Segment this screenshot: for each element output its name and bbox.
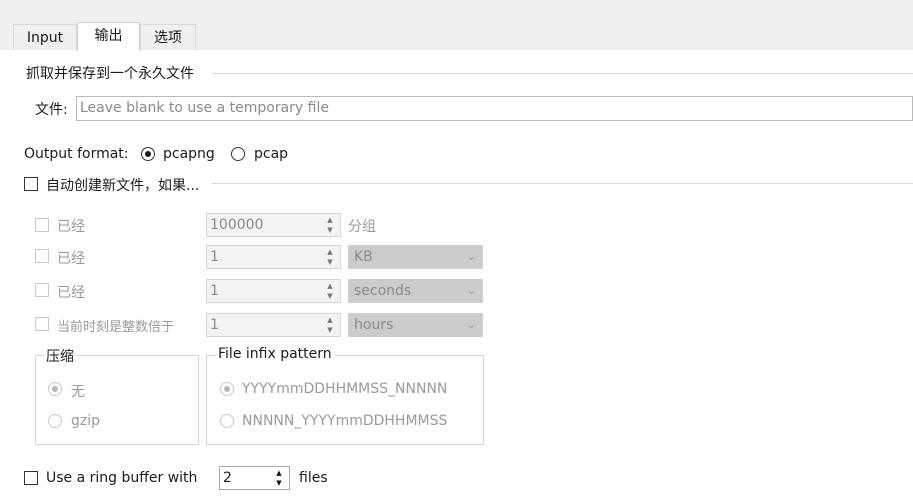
- spin-up-icon[interactable]: ▲: [322, 247, 338, 257]
- autocreate-size-label: 已经: [57, 251, 85, 267]
- tab-options-label: 选项: [154, 30, 182, 46]
- autocreate-size-value: 1: [210, 249, 219, 265]
- compression-none-label: 无: [71, 384, 85, 400]
- autocreate-interval-checkbox[interactable]: [35, 317, 49, 331]
- autocreate-duration-spinbox[interactable]: 1 ▲ ▼: [206, 279, 341, 303]
- spin-down-icon[interactable]: ▼: [322, 291, 338, 301]
- spin-down-icon[interactable]: ▼: [322, 225, 338, 235]
- spin-up-icon[interactable]: ▲: [322, 281, 338, 291]
- autocreate-duration-unit-select[interactable]: seconds ⌄: [348, 279, 483, 303]
- autocreate-size-unit-value: KB: [354, 249, 373, 265]
- file-input[interactable]: Leave blank to use a temporary file: [76, 96, 913, 121]
- infix-title: File infix pattern: [216, 346, 334, 362]
- spin-up-icon[interactable]: ▲: [271, 468, 287, 478]
- autocreate-size-checkbox[interactable]: [35, 249, 49, 263]
- tab-input-label: Input: [26, 30, 64, 46]
- infix-group: [206, 355, 484, 445]
- compression-gzip-label: gzip: [71, 413, 101, 429]
- spin-down-icon[interactable]: ▼: [322, 325, 338, 335]
- chevron-down-icon: ⌄: [466, 284, 476, 297]
- autocreate-duration-checkbox[interactable]: [35, 283, 49, 297]
- ring-buffer-spinbox[interactable]: 2 ▲ ▼: [219, 466, 290, 490]
- compression-gzip-radio[interactable]: [48, 414, 62, 428]
- autocreate-packets-spinbox[interactable]: 100000 ▲ ▼: [206, 213, 341, 237]
- spin-up-icon[interactable]: ▲: [322, 215, 338, 225]
- file-input-placeholder: Leave blank to use a temporary file: [80, 100, 329, 116]
- spin-up-icon[interactable]: ▲: [322, 315, 338, 325]
- autocreate-interval-unit-value: hours: [354, 317, 394, 333]
- autocreate-interval-value: 1: [210, 317, 219, 333]
- infix-timestamp-first-label: YYYYmmDDHHMMSS_NNNNN: [242, 381, 448, 397]
- output-format-pcap-label[interactable]: pcap: [254, 146, 288, 162]
- capture-group-line: [212, 73, 913, 74]
- file-label: 文件:: [35, 102, 68, 118]
- autocreate-size-unit-select[interactable]: KB ⌄: [348, 245, 483, 269]
- autocreate-label[interactable]: 自动创建新文件，如果...: [46, 175, 199, 195]
- ring-buffer-checkbox[interactable]: [24, 471, 38, 485]
- tab-options[interactable]: 选项: [140, 24, 196, 50]
- compression-group: [35, 355, 199, 445]
- ring-buffer-value: 2: [223, 470, 232, 486]
- chevron-down-icon: ⌄: [466, 318, 476, 331]
- spin-down-icon[interactable]: ▼: [271, 478, 287, 488]
- capture-group-title: 抓取并保存到一个永久文件: [26, 66, 194, 82]
- autocreate-packets-label: 已经: [57, 219, 85, 235]
- spin-down-icon[interactable]: ▼: [322, 257, 338, 267]
- autocreate-size-spinbox[interactable]: 1 ▲ ▼: [206, 245, 341, 269]
- infix-timestamp-first-radio[interactable]: [220, 382, 234, 396]
- autocreate-packets-value: 100000: [210, 217, 264, 233]
- chevron-down-icon: ⌄: [466, 250, 476, 263]
- autocreate-group-line: [212, 183, 913, 184]
- output-format-pcap-radio[interactable]: [231, 147, 245, 161]
- infix-number-first-label: NNNNN_YYYYmmDDHHMMSS: [242, 413, 448, 429]
- tab-input[interactable]: Input: [13, 24, 77, 50]
- autocreate-packets-checkbox[interactable]: [35, 218, 49, 232]
- output-format-pcapng-label[interactable]: pcapng: [163, 146, 215, 162]
- infix-number-first-radio[interactable]: [220, 414, 234, 428]
- output-format-pcapng-radio[interactable]: [141, 147, 155, 161]
- ring-buffer-suffix: files: [299, 470, 328, 486]
- autocreate-duration-label: 已经: [57, 285, 85, 301]
- ring-buffer-label[interactable]: Use a ring buffer with: [46, 470, 197, 486]
- autocreate-duration-value: 1: [210, 283, 219, 299]
- output-format-label: Output format:: [24, 146, 129, 162]
- autocreate-interval-unit-select[interactable]: hours ⌄: [348, 313, 483, 337]
- autocreate-checkbox[interactable]: [24, 177, 38, 191]
- tab-output-label: 输出: [94, 28, 123, 44]
- compression-none-radio[interactable]: [48, 382, 62, 396]
- autocreate-interval-label: 当前时刻是整数倍于: [57, 320, 175, 335]
- autocreate-interval-spinbox[interactable]: 1 ▲ ▼: [206, 313, 341, 337]
- autocreate-packets-unit: 分组: [348, 219, 376, 235]
- autocreate-duration-unit-value: seconds: [354, 283, 412, 299]
- compression-title: 压缩: [44, 346, 76, 366]
- tab-output[interactable]: 输出: [77, 22, 140, 51]
